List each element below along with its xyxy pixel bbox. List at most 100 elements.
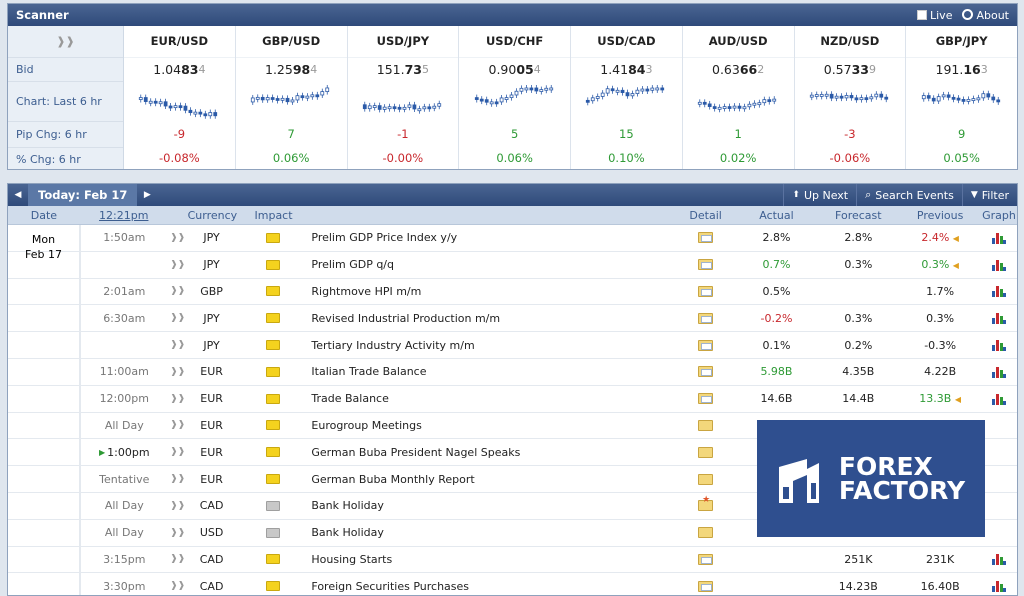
alert-icon[interactable]: ❱❱ (168, 394, 188, 404)
alert-icon[interactable]: ❱❱ (168, 313, 188, 323)
event-title[interactable]: German Buba Monthly Report (311, 473, 675, 486)
pair-mini-chart[interactable] (359, 82, 447, 122)
pair-column[interactable]: GBP/JPY 191. 16 3 9 0.05% (906, 26, 1017, 169)
calendar-row[interactable]: ❱❱ JPY Prelim GDP q/q 0.7% 0.3% 0.3% ◀ (8, 251, 1017, 279)
today-label[interactable]: Today: Feb 17 (28, 184, 138, 206)
graph-icon[interactable] (981, 285, 1017, 298)
alert-icon[interactable]: ❱❱ (168, 367, 188, 377)
event-title[interactable]: German Buba President Nagel Speaks (311, 446, 675, 459)
detail-icon[interactable] (676, 366, 736, 378)
alert-icon[interactable]: ❱❱ (168, 474, 188, 484)
detail-icon[interactable] (676, 393, 736, 405)
alert-icon[interactable]: ❱❱ (168, 260, 188, 270)
pair-mini-chart[interactable] (582, 82, 670, 122)
event-title[interactable]: Trade Balance (311, 392, 675, 405)
calendar-row[interactable]: 2:01am ❱❱ GBP Rightmove HPI m/m 0.5% 1.7… (8, 278, 1017, 306)
filter-button[interactable]: ▼ Filter (961, 184, 1017, 206)
graph-icon[interactable] (981, 339, 1017, 352)
pair-name[interactable]: GBP/JPY (906, 26, 1017, 58)
calendar-row[interactable]: ❱❱ JPY Tertiary Industry Activity m/m 0.… (8, 332, 1017, 359)
event-title[interactable]: Tertiary Industry Activity m/m (311, 339, 675, 352)
impact-icon (236, 313, 312, 324)
search-events-button[interactable]: ⌕ Search Events (856, 184, 962, 206)
pair-column[interactable]: USD/CHF 0.90 05 4 5 0.06% (459, 26, 571, 169)
graph-icon[interactable] (981, 553, 1017, 566)
alert-icon[interactable]: ❱❱ (168, 340, 188, 350)
pair-name[interactable]: USD/JPY (347, 26, 459, 58)
event-title[interactable]: Italian Trade Balance (311, 365, 675, 378)
alert-icon[interactable]: ❱❱ (168, 528, 188, 538)
event-title[interactable]: Bank Holiday (311, 499, 675, 512)
alert-icon[interactable]: ❱❱ (168, 420, 188, 430)
calendar-row[interactable]: 12:00pm ❱❱ EUR Trade Balance 14.6B 14.4B… (8, 385, 1017, 413)
graph-icon[interactable] (981, 366, 1017, 378)
detail-icon[interactable] (676, 553, 736, 565)
pair-column[interactable]: EUR/USD 1.04 83 4 -9 -0.08% (124, 26, 236, 169)
detail-icon[interactable] (676, 419, 736, 431)
expand-icon[interactable]: ❱❱ (8, 26, 123, 58)
detail-icon[interactable] (676, 312, 736, 324)
detail-icon[interactable] (676, 580, 736, 592)
pair-mini-chart[interactable] (247, 82, 335, 122)
alert-icon[interactable]: ❱❱ (168, 501, 188, 511)
pair-mini-chart[interactable] (806, 82, 894, 122)
next-day-button[interactable]: ▶ (137, 190, 157, 200)
pair-name[interactable]: USD/CAD (571, 26, 682, 58)
event-title[interactable]: Housing Starts (311, 553, 675, 566)
detail-icon[interactable] (676, 232, 736, 244)
pair-name[interactable]: NZD/USD (794, 26, 906, 58)
detail-icon[interactable] (676, 339, 736, 351)
live-toggle[interactable]: Live (917, 9, 952, 22)
pair-bid: 0.90 05 4 (488, 62, 541, 78)
pair-mini-chart[interactable] (471, 82, 559, 122)
calendar-row[interactable]: 3:15pm ❱❱ CAD Housing Starts 251K 231K (8, 546, 1017, 574)
event-title[interactable]: Bank Holiday (311, 526, 675, 539)
detail-icon[interactable] (676, 495, 736, 512)
detail-icon[interactable] (676, 527, 736, 539)
alert-icon[interactable]: ❱❱ (168, 447, 188, 457)
pair-column[interactable]: USD/CAD 1.41 84 3 15 0.10% (571, 26, 683, 169)
alert-icon[interactable]: ❱❱ (168, 554, 188, 564)
col-time[interactable]: 12:21pm (80, 209, 168, 222)
pair-mini-chart[interactable] (694, 82, 782, 122)
pair-name[interactable]: AUD/USD (682, 26, 794, 58)
alert-icon[interactable]: ❱❱ (168, 286, 188, 296)
pair-mini-chart[interactable] (918, 82, 1006, 122)
calendar-row[interactable]: 1:50am ❱❱ JPY Prelim GDP Price Index y/y… (8, 225, 1017, 252)
alert-icon[interactable]: ❱❱ (168, 233, 188, 243)
graph-icon[interactable] (981, 259, 1017, 271)
graph-icon[interactable] (981, 312, 1017, 325)
event-forecast: 14.4B (842, 392, 875, 406)
event-title[interactable]: Prelim GDP Price Index y/y (311, 231, 675, 244)
alert-icon[interactable]: ❱❱ (168, 581, 188, 591)
pair-column[interactable]: AUD/USD 0.63 66 2 1 0.02% (682, 26, 795, 169)
pair-name[interactable]: EUR/USD (124, 26, 235, 58)
detail-icon[interactable] (676, 473, 736, 485)
event-title[interactable]: Prelim GDP q/q (311, 258, 675, 271)
event-title[interactable]: Eurogroup Meetings (311, 419, 675, 432)
up-next-button[interactable]: ⬆ Up Next (783, 184, 856, 206)
calendar-row[interactable]: 6:30am ❱❱ JPY Revised Industrial Product… (8, 305, 1017, 333)
pair-column[interactable]: GBP/USD 1.25 98 4 7 0.06% (235, 26, 348, 169)
pair-name[interactable]: USD/CHF (459, 26, 570, 58)
detail-icon[interactable] (676, 285, 736, 297)
calendar-row[interactable]: 11:00am ❱❱ EUR Italian Trade Balance 5.9… (8, 358, 1017, 386)
event-title[interactable]: Revised Industrial Production m/m (311, 312, 675, 325)
calendar-row[interactable]: 3:30pm ❱❱ CAD Foreign Securities Purchas… (8, 573, 1017, 595)
event-time: 11:00am (79, 358, 168, 385)
pair-mini-chart[interactable] (135, 82, 223, 122)
pair-bid: 191. 16 3 (935, 62, 988, 78)
event-title[interactable]: Rightmove HPI m/m (311, 285, 675, 298)
graph-icon[interactable] (981, 232, 1017, 244)
pair-column[interactable]: NZD/USD 0.57 33 9 -3 -0.06% (794, 26, 907, 169)
detail-icon[interactable] (676, 259, 736, 271)
event-title[interactable]: Foreign Securities Purchases (311, 580, 675, 593)
about-link[interactable]: About (962, 8, 1009, 22)
graph-icon[interactable] (981, 580, 1017, 593)
graph-icon[interactable] (981, 393, 1017, 405)
prev-day-button[interactable]: ◀ (8, 190, 28, 200)
pair-column[interactable]: USD/JPY 151. 73 5 -1 -0.00% (347, 26, 460, 169)
pair-name[interactable]: GBP/USD (235, 26, 347, 58)
detail-icon[interactable] (676, 446, 736, 458)
info-icon (962, 8, 974, 20)
